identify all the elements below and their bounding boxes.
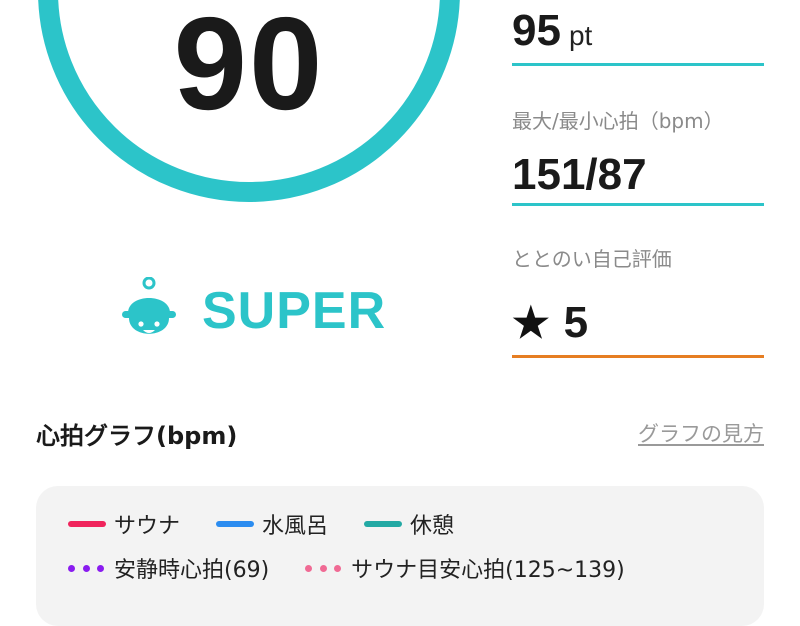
- self-evaluation-stat: ととのい自己評価 ★ 5: [512, 244, 764, 358]
- legend-label: サウナ目安心拍(125~139): [351, 558, 625, 583]
- rank-label: SUPER: [202, 282, 387, 340]
- self-evaluation-label: ととのい自己評価: [512, 247, 672, 271]
- total-points-stat: 95 pt: [512, 0, 764, 66]
- legend-item-sauna-target-hr: サウナ目安心拍(125~139): [305, 552, 625, 584]
- legend-label: 安静時心拍(69): [114, 558, 270, 583]
- heart-rate-value: 151/87: [512, 150, 647, 199]
- heart-rate-stat: 最大/最小心拍（bpm） 151/87: [512, 106, 764, 206]
- legend-label: 水風呂: [262, 514, 329, 539]
- total-points-value: 95 pt: [512, 6, 592, 61]
- resting-hr-dots-swatch: [68, 564, 104, 572]
- legend-row: サウナ 水風呂 休憩: [68, 508, 490, 540]
- legend-item-resting-hr: 安静時心拍(69): [68, 552, 269, 584]
- graph-title: 心拍グラフ(bpm): [36, 422, 238, 450]
- sauna-target-dots-swatch: [305, 564, 342, 572]
- heart-rate-label: 最大/最小心拍（bpm）: [512, 109, 724, 133]
- graph-help-link[interactable]: グラフの見方: [638, 418, 764, 448]
- cold-bath-line-swatch: [216, 521, 255, 527]
- sauna-line-swatch: [68, 521, 106, 527]
- sauna-hat-mascot-icon: [122, 277, 176, 334]
- graph-legend: サウナ 水風呂 休憩 安静時心拍(69) サウナ目安心拍(125~139): [36, 486, 764, 626]
- legend-item-rest: 休憩: [364, 508, 454, 540]
- legend-label: 休憩: [410, 514, 455, 539]
- points-unit: pt: [568, 20, 593, 51]
- star-icon: ★: [512, 299, 550, 346]
- rest-line-swatch: [364, 521, 403, 527]
- legend-label: サウナ: [114, 514, 181, 539]
- self-evaluation-number: 5: [563, 298, 589, 347]
- rank-badge: SUPER: [118, 276, 386, 346]
- legend-row: 安静時心拍(69) サウナ目安心拍(125~139): [68, 552, 661, 584]
- score-value: 90: [173, 0, 325, 137]
- self-evaluation-value: ★ 5: [512, 298, 588, 348]
- legend-item-cold-bath: 水風呂: [216, 508, 328, 540]
- total-points-number: 95: [512, 6, 561, 55]
- legend-item-sauna: サウナ: [68, 508, 180, 540]
